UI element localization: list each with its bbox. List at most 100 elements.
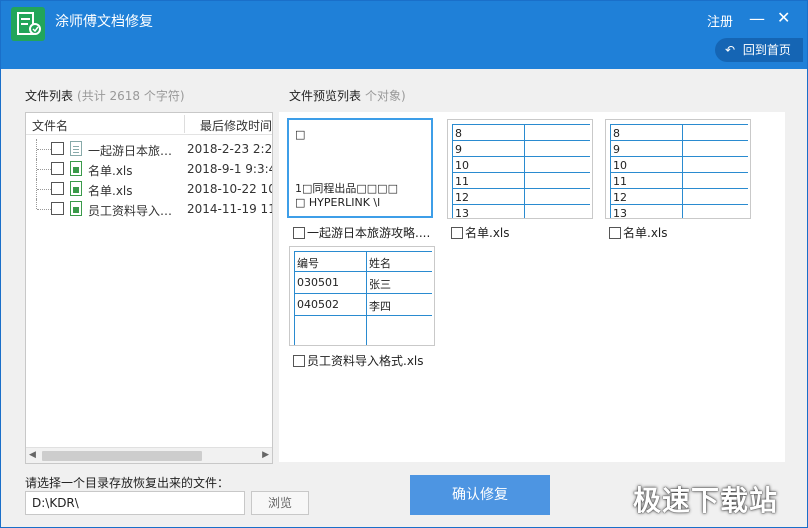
grid-line: [294, 251, 295, 345]
grid-line: [452, 172, 590, 173]
preview-list-title: 文件预览列表: [289, 89, 362, 103]
preview-caption-text: 员工资料导入格式.xls: [307, 354, 424, 368]
file-date: 2018-9-1 9:3:4: [187, 162, 272, 176]
sheet-cell: 10: [455, 159, 469, 172]
file-name: 一起游日本旅游攻略.doc: [88, 144, 183, 158]
file-date: 2018-2-23 2:22: [187, 142, 272, 156]
file-checkbox[interactable]: [51, 182, 64, 195]
file-list-title: 文件列表: [25, 89, 74, 103]
tree-connector: [36, 179, 51, 199]
sheet-cell: 李四: [369, 300, 391, 313]
preview-list-header: 文件预览列表 个对象): [289, 87, 406, 104]
output-dir-label: 请选择一个目录存放恢复出来的文件：: [25, 476, 230, 490]
register-link[interactable]: 注册: [707, 11, 733, 30]
xls-file-icon: [70, 181, 82, 196]
tree-connector: [36, 139, 51, 159]
sheet-cell: 13: [613, 207, 627, 219]
preview-checkbox[interactable]: [293, 227, 305, 239]
preview-checkbox[interactable]: [293, 355, 305, 367]
sheet-cell: 编号: [297, 257, 319, 270]
grid-line: [452, 156, 590, 157]
grid-line: [294, 293, 432, 294]
grid-line: [294, 271, 432, 272]
confirm-repair-button[interactable]: 确认修复: [410, 475, 550, 515]
preview-caption-text: 名单.xls: [623, 226, 668, 240]
sheet-cell: 9: [455, 143, 462, 156]
preview-caption[interactable]: 一起游日本旅游攻略....: [293, 224, 430, 241]
return-arrow-icon: ↶: [725, 43, 736, 57]
grid-line: [610, 204, 748, 205]
app-logo-icon: [11, 7, 45, 41]
sheet-cell: 10: [613, 159, 627, 172]
preview-list-count: 个对象): [365, 89, 406, 103]
file-name: 名单.xls: [88, 164, 133, 178]
sheet-cell: 040502: [297, 298, 339, 311]
column-filename[interactable]: 文件名: [32, 117, 68, 134]
sheet-cell: 13: [455, 207, 469, 219]
scroll-thumb[interactable]: [42, 451, 202, 461]
file-date: 2014-11-19 11:: [187, 202, 272, 216]
preview-checkbox[interactable]: [609, 227, 621, 239]
grid-line: [610, 172, 748, 173]
column-separator[interactable]: [184, 115, 185, 133]
file-list-header: 文件列表 (共计 2618 个字符): [25, 87, 185, 104]
grid-line: [452, 124, 590, 125]
app-window: 涂师傅文档修复 注册 — ✕ ↶ 回到首页 文件列表 (共计 2618 个字符) …: [0, 0, 808, 528]
column-modified-time[interactable]: 最后修改时间: [200, 117, 272, 134]
file-list-count: (共计 2618 个字符): [77, 89, 185, 103]
sheet-cell: 12: [613, 191, 627, 204]
grid-line: [610, 124, 748, 125]
xls-file-icon: [70, 201, 82, 216]
grid-line: [452, 140, 590, 141]
sheet-cell: 8: [455, 127, 462, 140]
horizontal-scrollbar[interactable]: ◀ ▶: [26, 447, 272, 463]
output-path-input[interactable]: [25, 491, 245, 515]
preview-caption-text: 一起游日本旅游攻略....: [307, 226, 431, 240]
grid-line: [366, 251, 367, 345]
file-checkbox[interactable]: [51, 162, 64, 175]
sheet-cell: 11: [455, 175, 469, 188]
preview-thumbnail-xls[interactable]: 8 9 10 11 12 13: [605, 119, 751, 219]
sheet-cell: 9: [613, 143, 620, 156]
back-home-label: 回到首页: [742, 43, 791, 57]
doc-preview-line: □: [295, 128, 306, 141]
preview-thumbnail-doc[interactable]: □ 1□同程出品□□□□ □ HYPERLINK \l: [287, 118, 433, 218]
preview-caption[interactable]: 员工资料导入格式.xls: [293, 352, 424, 369]
grid-line: [610, 140, 748, 141]
preview-checkbox[interactable]: [451, 227, 463, 239]
close-icon[interactable]: ✕: [777, 8, 795, 28]
file-checkbox[interactable]: [51, 202, 64, 215]
app-title: 涂师傅文档修复: [55, 14, 153, 30]
scroll-right-icon[interactable]: ▶: [262, 450, 269, 460]
file-row[interactable]: 名单.xls 2018-9-1 9:3:4: [26, 159, 272, 179]
doc-preview-line: 1□同程出品□□□□: [295, 182, 398, 195]
preview-caption-text: 名单.xls: [465, 226, 510, 240]
preview-caption[interactable]: 名单.xls: [451, 224, 510, 241]
doc-file-icon: [70, 141, 82, 156]
xls-file-icon: [70, 161, 82, 176]
grid-line: [452, 204, 590, 205]
tree-connector: [36, 199, 51, 210]
tree-connector: [36, 159, 51, 179]
file-list-panel[interactable]: 文件名 最后修改时间 一起游日本旅游攻略.doc 2018-2-23 2:22 …: [25, 112, 273, 464]
preview-thumbnail-xls[interactable]: 8 9 10 11 12 13: [447, 119, 593, 219]
doc-preview-line: □ HYPERLINK \l: [295, 196, 381, 209]
browse-button[interactable]: 浏览: [251, 491, 309, 515]
file-checkbox[interactable]: [51, 142, 64, 155]
file-row[interactable]: 一起游日本旅游攻略.doc 2018-2-23 2:22: [26, 139, 272, 159]
back-home-button[interactable]: ↶ 回到首页: [715, 38, 803, 62]
grid-line: [294, 251, 432, 252]
file-date: 2018-10-22 10:: [187, 182, 272, 196]
preview-area[interactable]: □ 1□同程出品□□□□ □ HYPERLINK \l 一起游日本旅游攻略...…: [279, 112, 785, 462]
sheet-cell: 11: [613, 175, 627, 188]
file-row[interactable]: 名单.xls 2018-10-22 10:: [26, 179, 272, 199]
file-name: 名单.xls: [88, 184, 133, 198]
grid-line: [294, 315, 432, 316]
scroll-left-icon[interactable]: ◀: [29, 450, 36, 460]
sheet-cell: 姓名: [369, 257, 391, 270]
minimize-icon[interactable]: —: [749, 9, 765, 29]
preview-thumbnail-xls[interactable]: 编号 姓名 030501 张三 040502 李四: [289, 246, 435, 346]
file-name: 员工资料导入格式.xls: [88, 204, 183, 218]
preview-caption[interactable]: 名单.xls: [609, 224, 668, 241]
file-row[interactable]: 员工资料导入格式.xls 2014-11-19 11:: [26, 199, 272, 219]
